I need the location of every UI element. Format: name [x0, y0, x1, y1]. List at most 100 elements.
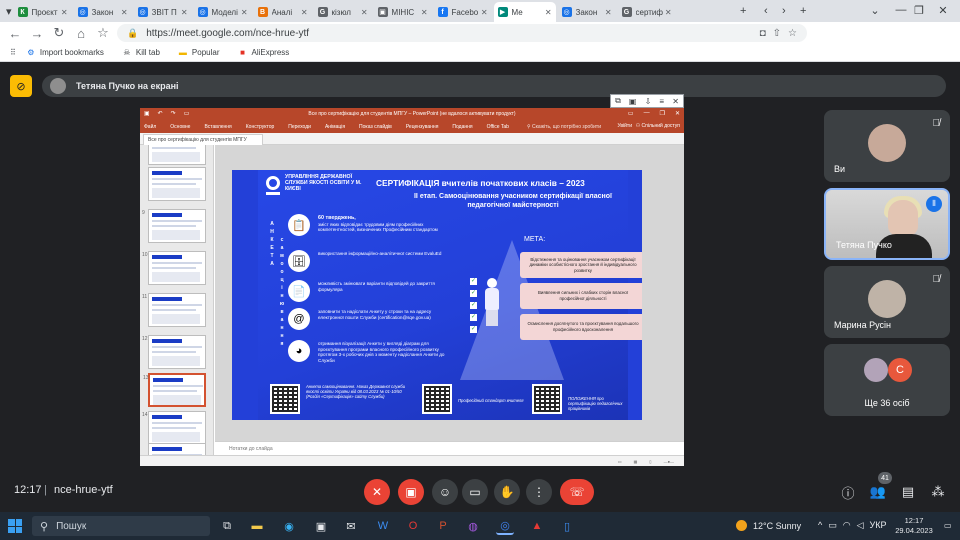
- download-icon[interactable]: ⇩: [645, 97, 652, 106]
- stop-presenting-icon[interactable]: ⊘: [10, 75, 32, 97]
- battery-icon[interactable]: ▭: [828, 520, 837, 531]
- file-explorer-icon[interactable]: ▬: [248, 517, 266, 535]
- copy-icon[interactable]: ⧉: [615, 96, 621, 106]
- ribbon-tab[interactable]: Office Tab: [487, 124, 509, 130]
- slide-thumbnail[interactable]: 11: [142, 293, 206, 327]
- reading-view-icon[interactable]: ▯: [649, 459, 651, 464]
- more-options-button[interactable]: ⋮: [526, 479, 552, 505]
- participant-tile-speaker[interactable]: ⦀ Тетяна Пучко: [824, 188, 950, 260]
- participant-tile-others[interactable]: С Ще 36 осіб: [824, 344, 950, 416]
- ribbon-tab[interactable]: Показ слайдів: [359, 124, 392, 130]
- ribbon-tab[interactable]: Переходи: [288, 124, 311, 130]
- bookmark-star-icon[interactable]: ☆: [92, 22, 114, 44]
- browser-tab[interactable]: К Проєкт ✕: [14, 2, 72, 22]
- word-icon[interactable]: W: [374, 517, 392, 535]
- ribbon-tab[interactable]: Подання: [452, 124, 472, 130]
- new-tab-plus-icon[interactable]: +: [800, 2, 806, 20]
- tab-close-icon[interactable]: ✕: [545, 8, 552, 17]
- browser-tab[interactable]: ◎ Закон ✕: [558, 2, 616, 22]
- slide-thumbnail[interactable]: 12: [142, 335, 206, 369]
- scroll-tabs-right-icon[interactable]: ›: [782, 2, 786, 20]
- slide-thumbnail[interactable]: [148, 145, 206, 165]
- participant-tile-marina[interactable]: 🎙̸ Марина Русін: [824, 266, 950, 338]
- menu-icon[interactable]: ≡: [659, 97, 664, 106]
- bookmark-kill-tab[interactable]: ☠ Kill tab: [122, 48, 160, 58]
- ribbon-tab[interactable]: Вставлення: [204, 124, 231, 130]
- document-app-icon[interactable]: ▯: [558, 517, 576, 535]
- bookmark-aliexpress[interactable]: ■ AliExpress: [237, 48, 289, 58]
- slide-thumbnail[interactable]: [148, 167, 206, 201]
- people-icon[interactable]: 👥: [868, 482, 888, 502]
- store-icon[interactable]: ▣: [312, 517, 330, 535]
- wifi-icon[interactable]: ◠: [843, 520, 851, 531]
- tab-close-icon[interactable]: ✕: [665, 8, 672, 17]
- tab-search-icon[interactable]: ▾: [6, 2, 12, 20]
- forward-arrow-icon[interactable]: →: [26, 22, 48, 44]
- slide-thumbnail[interactable]: 10: [142, 251, 206, 285]
- meeting-info-icon[interactable]: ⓘ: [838, 482, 858, 502]
- home-icon[interactable]: ⌂: [70, 22, 92, 44]
- browser-tab[interactable]: ◎ ЗВІТ П ✕: [134, 2, 192, 22]
- volume-icon[interactable]: ◁: [857, 520, 864, 531]
- raise-hand-button[interactable]: ✋: [494, 479, 520, 505]
- acrobat-icon[interactable]: ▲: [528, 517, 546, 535]
- taskbar-search[interactable]: ⚲ Пошук: [32, 516, 210, 536]
- address-bar[interactable]: 🔒 https://meet.google.com/nce-hrue-ytf ◘…: [117, 24, 807, 42]
- slide-thumbnail[interactable]: 14: [142, 411, 206, 445]
- new-tab-button[interactable]: +: [740, 2, 746, 20]
- tab-close-icon[interactable]: ✕: [241, 8, 248, 17]
- bookmark-import[interactable]: ⚙ Import bookmarks: [26, 48, 104, 58]
- ribbon-tab[interactable]: Основне: [170, 124, 190, 130]
- tab-close-icon[interactable]: ✕: [301, 8, 308, 17]
- tray-chevron-icon[interactable]: ^: [818, 520, 822, 531]
- ppt-close-icon[interactable]: ✕: [675, 110, 680, 117]
- tab-close-icon[interactable]: ✕: [421, 8, 428, 17]
- browser-tab[interactable]: f Facebo ✕: [434, 2, 492, 22]
- browser-tab[interactable]: ◎ Закон ✕: [74, 2, 132, 22]
- tab-close-icon[interactable]: ✕: [181, 8, 188, 17]
- tab-close-icon[interactable]: ✕: [61, 8, 68, 17]
- camera-icon[interactable]: ◘: [760, 28, 766, 39]
- sorter-view-icon[interactable]: ▦: [634, 459, 638, 464]
- windows-start-icon[interactable]: [8, 519, 22, 533]
- powerpoint-icon[interactable]: P: [434, 517, 452, 535]
- apps-grid-icon[interactable]: ⠿: [10, 48, 16, 57]
- close-share-icon[interactable]: ✕: [672, 97, 679, 106]
- ribbon-tab[interactable]: Анімація: [325, 124, 345, 130]
- edge-icon[interactable]: ◉: [280, 517, 298, 535]
- notification-icon[interactable]: ▭: [944, 521, 954, 531]
- ribbon-tab[interactable]: Файл: [144, 124, 156, 130]
- slide-thumbnail[interactable]: 13: [143, 373, 206, 407]
- browser-tab[interactable]: Gкізюл ✕: [314, 2, 372, 22]
- bookmark-popular[interactable]: ▬ Popular: [178, 48, 220, 58]
- participant-tile-you[interactable]: 🎙̸ Ви: [824, 110, 950, 182]
- zoom-slider[interactable]: —●—: [664, 459, 674, 464]
- tell-me-box[interactable]: ⚲ Скажіть, що потрібно зробити: [527, 124, 601, 130]
- save-icon[interactable]: ▣: [144, 110, 150, 117]
- restore-icon[interactable]: ▣: [629, 97, 637, 106]
- tab-close-icon[interactable]: ✕: [605, 8, 612, 17]
- browser-tab[interactable]: ▣ МІНІС ✕: [374, 2, 432, 22]
- share-icon[interactable]: ⇧: [773, 28, 781, 39]
- end-call-button[interactable]: ☏: [560, 479, 594, 505]
- ppt-ribbon-options-icon[interactable]: ▭: [628, 110, 634, 117]
- reactions-button[interactable]: ☺: [432, 479, 458, 505]
- chrome-icon[interactable]: ◎: [496, 517, 514, 535]
- ppt-maximize-icon[interactable]: ❐: [660, 110, 665, 117]
- star-icon[interactable]: ☆: [788, 28, 797, 39]
- tab-close-icon[interactable]: ✕: [361, 8, 368, 17]
- camera-toggle-button[interactable]: ▣: [398, 479, 424, 505]
- ribbon-tab[interactable]: Рецензування: [406, 124, 439, 130]
- document-tab[interactable]: Все про сертифікацію для студентів МПГУ: [143, 134, 263, 145]
- share-button[interactable]: ⚇ Спільний доступ: [636, 123, 680, 129]
- language-indicator[interactable]: УКР: [870, 520, 887, 531]
- weather-widget[interactable]: 12°C Sunny: [736, 520, 801, 531]
- scroll-tabs-left-icon[interactable]: ‹: [764, 2, 768, 20]
- redo-icon[interactable]: ↷: [171, 110, 176, 117]
- task-view-icon[interactable]: ⧉: [218, 517, 236, 535]
- browser-tab[interactable]: ▶ Ме ✕: [493, 2, 556, 22]
- browser-tab[interactable]: B Аналі ✕: [254, 2, 312, 22]
- opera-icon[interactable]: O: [404, 517, 422, 535]
- sign-in-link[interactable]: Увійти: [617, 123, 632, 129]
- activities-icon[interactable]: ⁂: [928, 482, 948, 502]
